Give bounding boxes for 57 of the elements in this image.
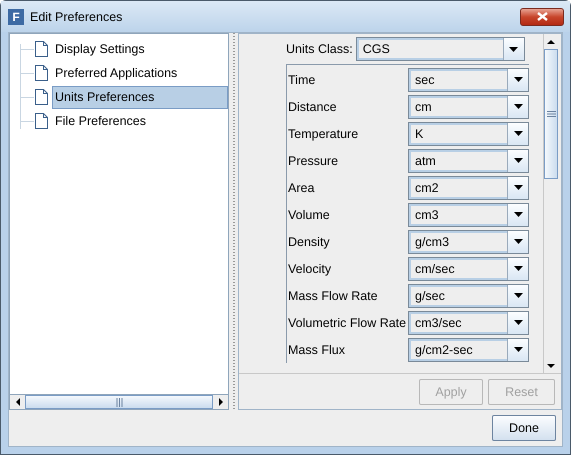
caret-icon <box>514 293 522 298</box>
window-title: Edit Preferences <box>30 10 124 24</box>
grip-icon <box>116 398 122 406</box>
left-arrow-icon <box>16 398 20 406</box>
tree-item[interactable]: Units Preferences <box>52 86 228 108</box>
right-arrow-icon <box>218 398 222 406</box>
unit-label: Velocity <box>288 262 332 276</box>
unit-label: Temperature <box>288 126 360 140</box>
dropdown[interactable]: cm <box>408 94 529 118</box>
dropdown[interactable]: g/cm2-sec <box>408 338 529 362</box>
dropdown[interactable]: cm/sec <box>408 256 529 280</box>
dropdown[interactable]: K <box>408 122 529 146</box>
dropdown[interactable]: g/cm3 <box>408 230 529 254</box>
unit-label: Mass Flux <box>288 342 346 356</box>
dropdown[interactable]: cm3 <box>408 202 529 226</box>
document-icon <box>35 89 48 105</box>
caret-icon <box>514 347 522 352</box>
caret-icon <box>514 185 522 190</box>
close-icon <box>536 12 548 21</box>
dropdown[interactable]: CGS <box>356 37 525 61</box>
unit-label: Time <box>288 72 316 86</box>
dropdown[interactable]: atm <box>408 148 529 172</box>
dropdown[interactable]: cm3/sec <box>408 310 529 334</box>
unit-label: Area <box>288 180 316 194</box>
caret-icon <box>514 131 522 136</box>
unit-label: Distance <box>288 100 338 114</box>
close-button[interactable] <box>520 8 564 26</box>
unit-label: Volume <box>288 208 331 222</box>
caret-icon <box>514 212 522 217</box>
caret-icon <box>514 239 522 244</box>
unit-label: Pressure <box>288 154 340 168</box>
dropdown[interactable]: g/sec <box>408 284 529 308</box>
document-icon <box>35 41 48 57</box>
document-icon <box>35 65 48 81</box>
down-arrow-icon <box>547 364 555 368</box>
caret-icon <box>514 104 522 109</box>
tree-item[interactable]: File Preferences <box>52 110 228 132</box>
unit-label: Density <box>288 234 331 248</box>
caret-icon <box>514 158 522 163</box>
grip-icon <box>546 111 556 117</box>
caret-icon <box>509 46 518 52</box>
document-icon <box>35 113 48 129</box>
tree-item[interactable]: Preferred Applications <box>52 62 228 84</box>
unit-label: Volumetric Flow Rate <box>288 316 408 330</box>
tree-item[interactable]: Display Settings <box>52 38 228 60</box>
caret-icon <box>514 266 522 271</box>
dropdown[interactable]: cm2 <box>408 176 529 200</box>
dropdown[interactable]: sec <box>408 68 529 92</box>
caret-icon <box>514 77 522 82</box>
app-icon: F <box>8 8 24 24</box>
unit-label: Mass Flow Rate <box>288 288 379 302</box>
caret-icon <box>514 320 522 325</box>
done-button[interactable]: Done <box>492 415 556 441</box>
field-label: Units Class: <box>286 42 353 56</box>
scrollbar-thumb[interactable] <box>544 49 558 179</box>
up-arrow-icon <box>547 40 555 44</box>
scrollbar-thumb[interactable] <box>25 395 213 409</box>
